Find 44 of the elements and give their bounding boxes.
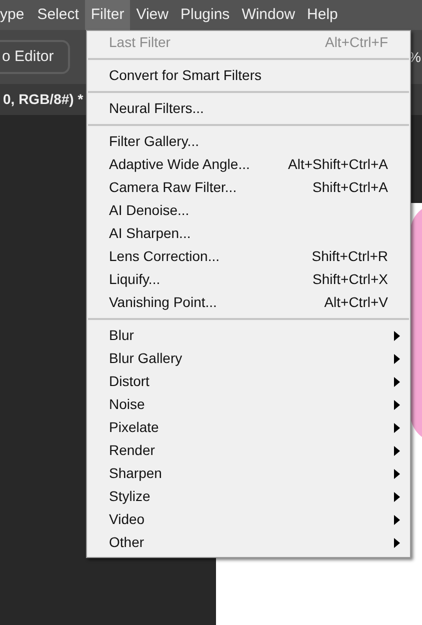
menu-item[interactable]: Adaptive Wide Angle... Alt+Shift+Ctrl+A [87,153,410,176]
shortcut-text: Alt+Ctrl+V [324,293,388,312]
menu-item[interactable]: Sharpen [87,462,410,485]
menu-item[interactable]: Noise [87,393,410,416]
submenu-arrow-icon [394,422,400,432]
menu-item[interactable]: Render [87,439,410,462]
menu-item[interactable]: Stylize [87,485,410,508]
submenu-arrow-icon [394,514,400,524]
submenu-arrow-icon [394,400,400,410]
submenu-arrow-icon [394,376,400,386]
menu-item[interactable]: Liquify... Shift+Ctrl+X [87,268,410,291]
menu-item[interactable]: Blur [87,324,410,347]
menu-item[interactable]: Camera Raw Filter... Shift+Ctrl+A [87,176,410,199]
shortcut-text: Alt+Ctrl+F [324,33,388,52]
submenu-arrow-icon [394,538,400,548]
menu-item[interactable]: Video [87,508,410,531]
submenu-arrow-icon [394,492,400,502]
shortcut-text: Alt+Shift+Ctrl+A [288,155,388,174]
submenu-arrow-icon [394,446,400,456]
shortcut-text: Shift+Ctrl+R [312,247,388,266]
menu-item[interactable]: AI Sharpen... [87,222,410,245]
menu-bar-item[interactable]: View [130,0,174,30]
submenu-arrow-icon [394,354,400,364]
menu-bar-item[interactable]: Window [236,0,302,30]
menu-bar-item[interactable]: ype [0,0,32,30]
menu-item[interactable]: Distort [87,370,410,393]
menu-item[interactable]: Lens Correction... Shift+Ctrl+R [87,245,410,268]
menu-item[interactable]: Blur Gallery [87,347,410,370]
submenu-arrow-icon [394,468,400,478]
menu-item[interactable]: Other [87,531,410,554]
menu-item[interactable]: Pixelate [87,416,410,439]
shortcut-text: Shift+Ctrl+A [312,178,388,197]
menu-bar-item[interactable]: Filter [84,0,130,30]
menu-item[interactable]: Vanishing Point... Alt+Ctrl+V [87,291,410,314]
menu-item[interactable]: AI Denoise... [87,199,410,222]
menu-bar-item[interactable]: Select [31,0,85,30]
menu-item[interactable]: Neural Filters... [87,97,410,120]
menu-item[interactable]: Filter Gallery... [87,130,410,153]
editor-button[interactable]: o Editor [0,40,70,74]
shortcut-text: Shift+Ctrl+X [312,270,388,289]
menu-bar-item[interactable]: Plugins [174,0,236,30]
submenu-arrow-icon [394,330,400,340]
menu-bar-item[interactable]: Help [301,0,344,30]
menu-item[interactable]: Convert for Smart Filters [87,64,410,87]
